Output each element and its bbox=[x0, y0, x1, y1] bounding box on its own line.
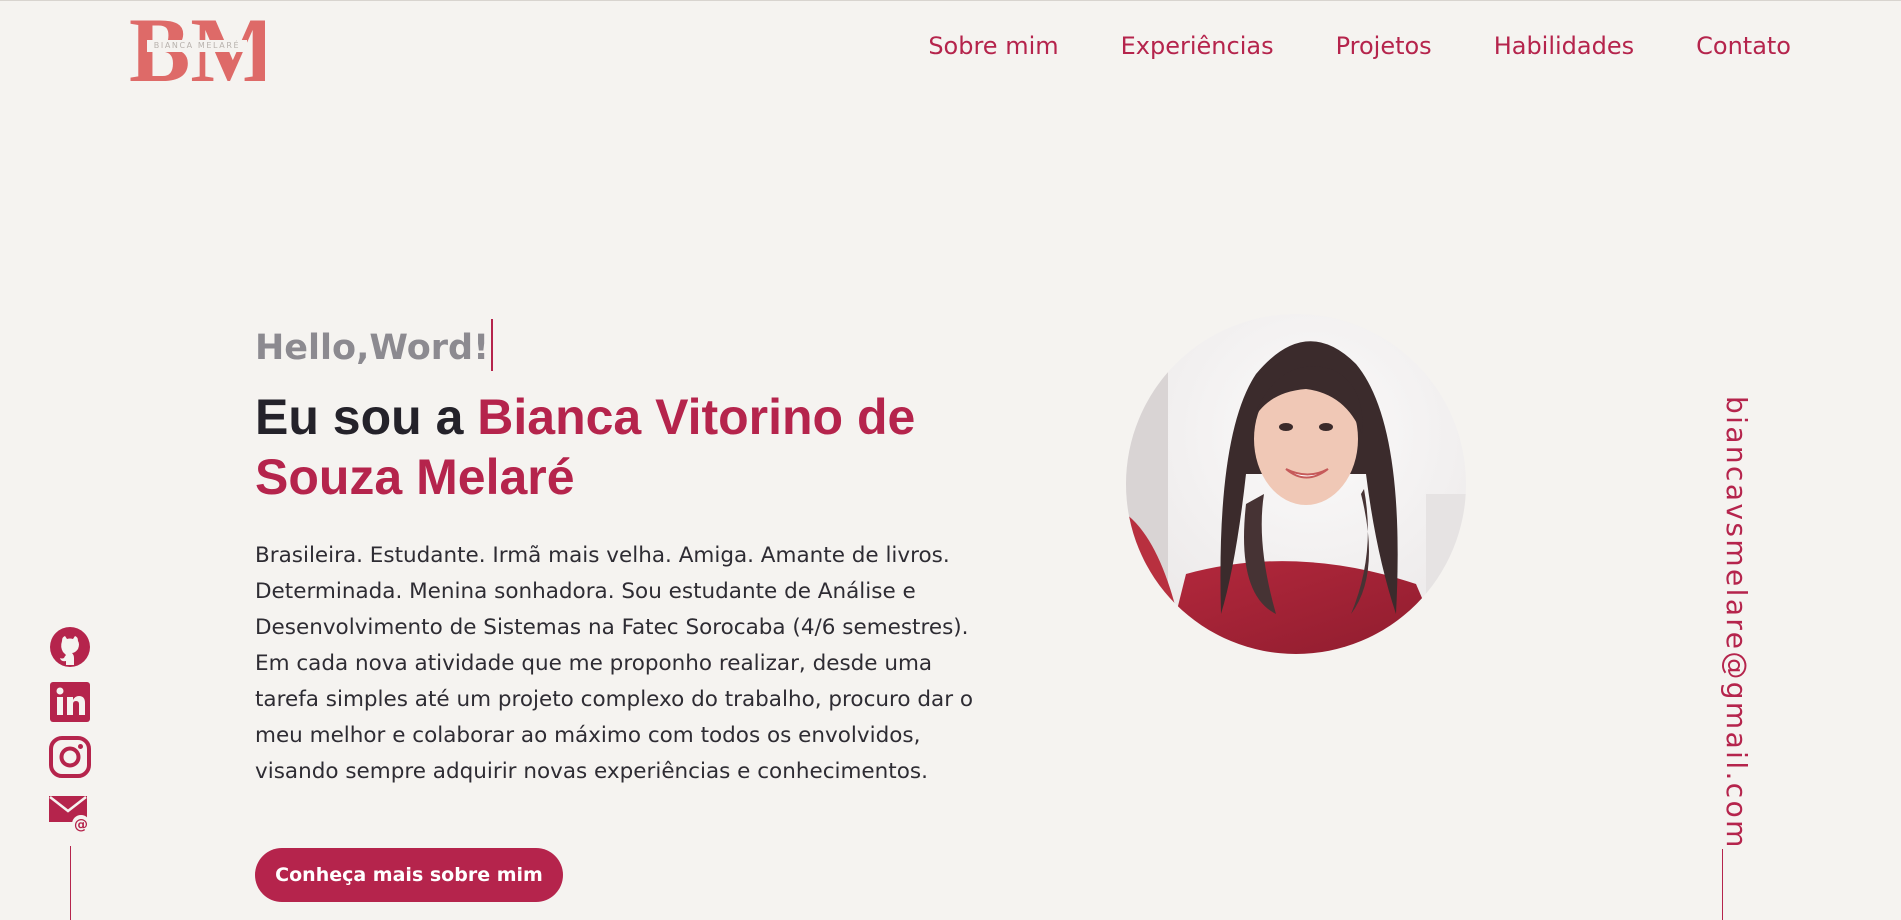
linkedin-icon[interactable] bbox=[48, 680, 92, 724]
email-icon[interactable]: @ bbox=[48, 790, 92, 834]
about-me-button[interactable]: Conheça mais sobre mim bbox=[255, 848, 563, 902]
nav-item-experiencias[interactable]: Experiências bbox=[1121, 29, 1274, 63]
svg-text:@: @ bbox=[74, 817, 88, 833]
instagram-icon[interactable] bbox=[48, 735, 92, 779]
nav-item-contato[interactable]: Contato bbox=[1696, 29, 1791, 63]
github-icon[interactable] bbox=[48, 625, 92, 669]
main-nav: Sobre mim Experiências Projetos Habilida… bbox=[928, 29, 1791, 63]
logo-subtitle: BIANCA MELARÉ bbox=[147, 40, 247, 52]
social-links: @ bbox=[48, 625, 92, 845]
hero-bio: Brasileira. Estudante. Irmã mais velha. … bbox=[255, 543, 974, 784]
nav-item-sobre-mim[interactable]: Sobre mim bbox=[928, 29, 1058, 63]
email-divider-line bbox=[1722, 849, 1723, 920]
nav-item-projetos[interactable]: Projetos bbox=[1336, 29, 1432, 63]
portfolio-page: BM BIANCA MELARÉ Sobre mim Experiências … bbox=[0, 0, 1901, 920]
greeting-text: Hello,Word! bbox=[255, 328, 490, 368]
social-divider-line bbox=[70, 846, 71, 920]
greeting-typewriter: Hello,Word! bbox=[255, 319, 494, 371]
contact-email-link[interactable]: biancavsmelare@gmail.com bbox=[1720, 396, 1753, 850]
typing-caret bbox=[491, 319, 494, 371]
hero-intro: Eu sou a bbox=[255, 389, 478, 445]
profile-photo bbox=[1126, 314, 1466, 654]
nav-item-habilidades[interactable]: Habilidades bbox=[1494, 29, 1634, 63]
hero-title: Eu sou a Bianca Vitorino de Souza Melaré bbox=[255, 387, 975, 507]
logo[interactable]: BM BIANCA MELARÉ bbox=[129, 9, 265, 83]
